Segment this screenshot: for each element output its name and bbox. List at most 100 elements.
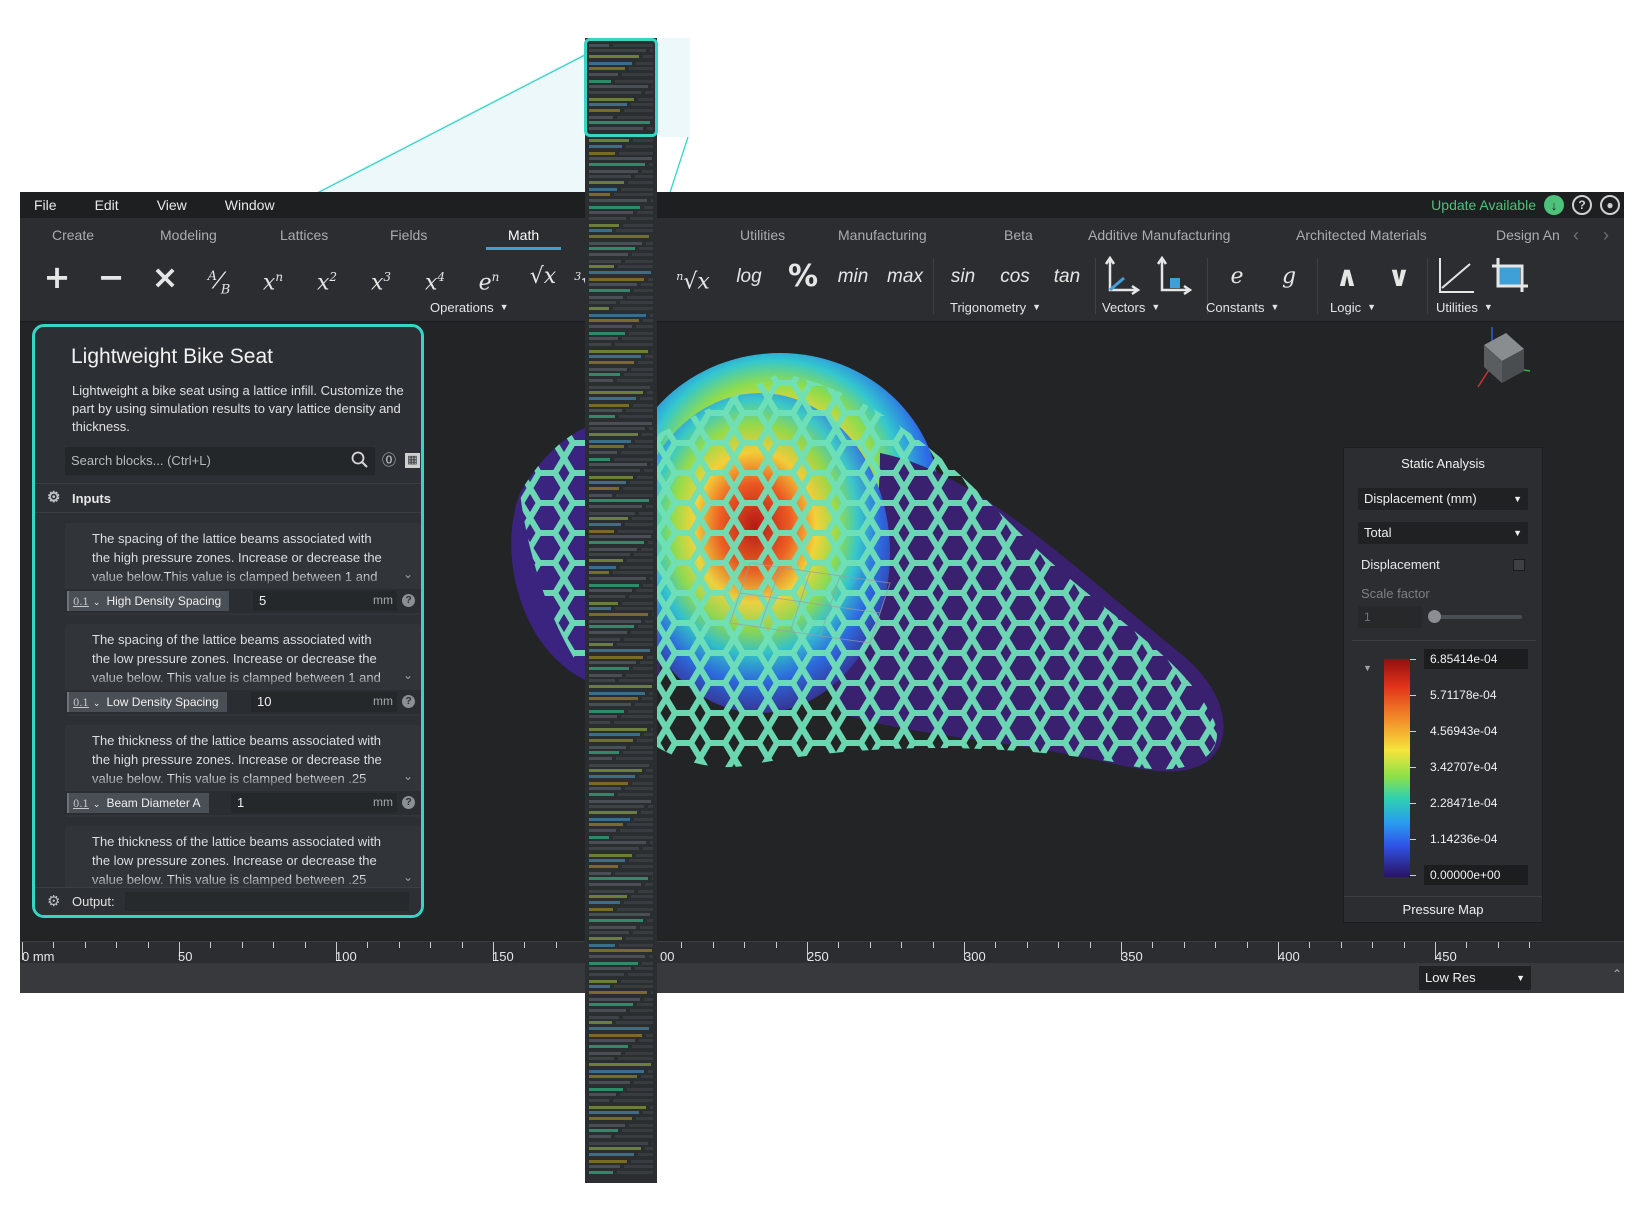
constant-e-button[interactable]: e — [1214, 260, 1260, 294]
chevron-down-icon[interactable]: ⌄ — [403, 870, 413, 884]
tab-design-analysis[interactable]: Design An — [1496, 218, 1560, 252]
group-logic[interactable]: Logic ▼ — [1330, 300, 1376, 315]
legend-value[interactable]: 6.85414e-04 — [1424, 649, 1528, 669]
ruler-tick — [744, 942, 746, 948]
max-button[interactable]: max — [882, 260, 928, 294]
tan-button[interactable]: tan — [1044, 260, 1090, 294]
inputs-section-header[interactable]: ⚙ Inputs — [35, 483, 421, 513]
strip-row — [589, 739, 633, 742]
chevron-up-icon[interactable]: ⌃ — [1612, 967, 1622, 981]
log-button[interactable]: log — [726, 260, 772, 294]
scale-factor-input[interactable]: 1 — [1358, 606, 1422, 628]
ruler-tick — [1372, 942, 1374, 948]
tab-scroll-left-icon[interactable]: ‹ — [1562, 218, 1590, 252]
sqrt-icon[interactable]: √x — [520, 260, 566, 294]
legend-value[interactable]: 0.00000e+00 — [1424, 865, 1528, 885]
tab-architected-materials[interactable]: Architected Materials — [1296, 218, 1427, 252]
strip-row — [589, 895, 627, 898]
help-icon[interactable]: ? — [402, 594, 415, 607]
logic-and-icon[interactable]: ∧ — [1324, 260, 1370, 294]
nth-root-icon[interactable]: n√x — [670, 260, 716, 294]
group-operations[interactable]: Operations ▼ — [430, 300, 509, 315]
strip-row — [619, 152, 653, 155]
vector-component-icon[interactable] — [1156, 254, 1196, 298]
strip-row — [630, 746, 653, 749]
strip-row — [622, 1129, 653, 1132]
group-utilities[interactable]: Utilities ▼ — [1436, 300, 1493, 315]
menu-view[interactable]: View — [157, 197, 187, 213]
result-type-select[interactable]: Displacement (mm) ▼ — [1358, 488, 1528, 510]
min-button[interactable]: min — [830, 260, 876, 294]
strip-row — [652, 877, 653, 880]
group-constants[interactable]: Constants ▼ — [1206, 300, 1279, 315]
resolution-select[interactable]: Low Res ▼ — [1419, 966, 1531, 990]
tab-scroll-right-icon[interactable]: › — [1592, 218, 1620, 252]
percent-icon[interactable]: % — [780, 260, 826, 294]
param-name-chip[interactable]: 0.1 ⌄ High Density Spacing — [67, 591, 230, 611]
power-n-icon[interactable]: xn — [250, 260, 296, 295]
cube-icon[interactable]: x3 — [358, 260, 404, 295]
strip-row — [589, 775, 635, 778]
logic-or-icon[interactable]: ∨ — [1376, 260, 1422, 294]
output-field[interactable] — [125, 892, 409, 911]
tab-create[interactable]: Create — [52, 218, 94, 252]
account-icon[interactable]: ● — [1600, 195, 1620, 215]
subtract-icon[interactable]: − — [88, 260, 134, 294]
cos-button[interactable]: cos — [992, 260, 1038, 294]
scale-factor-slider[interactable] — [1430, 615, 1522, 619]
param-name-chip[interactable]: 0.1 ⌄ Beam Diameter A — [67, 793, 209, 813]
collapse-legend-icon[interactable]: ▼ — [1363, 663, 1372, 673]
crop-frame-icon[interactable] — [1488, 254, 1530, 298]
menu-file[interactable]: File — [34, 197, 57, 213]
chevron-down-icon[interactable]: ⌄ — [403, 668, 413, 682]
exp-icon[interactable]: en — [466, 260, 512, 295]
tab-additive-manufacturing[interactable]: Additive Manufacturing — [1088, 218, 1230, 252]
multiply-icon[interactable]: × — [142, 260, 188, 294]
displacement-checkbox[interactable] — [1513, 559, 1525, 571]
menu-edit[interactable]: Edit — [95, 197, 119, 213]
help-icon[interactable]: ? — [402, 796, 415, 809]
strip-row — [589, 607, 611, 610]
help-icon[interactable]: ? — [402, 695, 415, 708]
strip-row — [589, 391, 643, 394]
menu-window[interactable]: Window — [225, 197, 275, 213]
strip-row — [589, 337, 618, 340]
strip-row — [589, 409, 622, 412]
strip-row — [625, 1052, 653, 1055]
chevron-down-icon[interactable]: ⌄ — [403, 769, 413, 783]
library-icon[interactable]: ▦ — [405, 453, 420, 468]
fourth-power-icon[interactable]: x4 — [412, 260, 458, 295]
tab-modeling[interactable]: Modeling — [160, 218, 217, 252]
param-name-chip[interactable]: 0.1 ⌄ Low Density Spacing — [67, 692, 227, 712]
tab-manufacturing[interactable]: Manufacturing — [838, 218, 927, 252]
strip-row — [651, 463, 653, 466]
graph-line-icon[interactable] — [1436, 254, 1476, 298]
group-vectors[interactable]: Vectors ▼ — [1102, 300, 1160, 315]
ai-assist-icon[interactable]: ⓪ — [380, 451, 398, 469]
tab-beta[interactable]: Beta — [1004, 218, 1033, 252]
update-available-link[interactable]: Update Available — [1431, 197, 1536, 213]
download-icon[interactable]: ↓ — [1544, 195, 1564, 215]
tab-utilities[interactable]: Utilities — [740, 218, 785, 252]
panel-description: Lightweight a bike seat using a lattice … — [72, 383, 404, 434]
sin-button[interactable]: sin — [940, 260, 986, 294]
strip-row — [589, 595, 625, 598]
search-icon[interactable] — [351, 451, 369, 469]
chevron-down-icon[interactable]: ⌄ — [403, 567, 413, 581]
vector-axes-icon[interactable] — [1104, 254, 1144, 298]
tab-fields[interactable]: Fields — [390, 218, 427, 252]
search-blocks-input[interactable]: Search blocks... (Ctrl+L) — [65, 447, 375, 475]
group-trigonometry[interactable]: Trigonometry ▼ — [950, 300, 1041, 315]
scale-factor-slider-thumb[interactable] — [1428, 610, 1441, 623]
component-select[interactable]: Total ▼ — [1358, 522, 1528, 544]
square-icon[interactable]: x2 — [304, 260, 350, 295]
strip-row — [639, 1039, 653, 1042]
view-cube-icon[interactable] — [1472, 323, 1532, 389]
divide-icon[interactable]: A⁄B — [196, 260, 242, 298]
help-icon[interactable]: ? — [1572, 195, 1592, 215]
tab-math[interactable]: Math — [485, 218, 562, 252]
strip-row — [651, 991, 653, 994]
tab-lattices[interactable]: Lattices — [280, 218, 328, 252]
add-icon[interactable]: + — [34, 260, 80, 294]
constant-g-button[interactable]: g — [1266, 260, 1312, 294]
